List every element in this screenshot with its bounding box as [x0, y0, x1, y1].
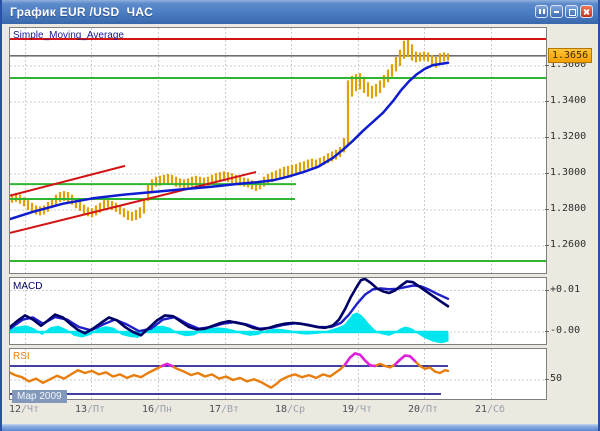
axis-tick-mark	[545, 209, 549, 210]
period-label: Мар 2009	[12, 390, 67, 403]
price-tick-label: 1.2800	[550, 203, 586, 214]
titlebar[interactable]: График EUR /USD ЧАС	[2, 0, 598, 24]
price-tick-label: 1.3200	[550, 131, 586, 142]
time-axis-label: 21/Сб	[475, 404, 505, 415]
sma-indicator-label: Simple_Moving_Average	[13, 30, 124, 41]
current-price-tag: 1.3656	[548, 48, 592, 63]
close-button[interactable]	[580, 5, 593, 18]
minimize-icon	[554, 11, 559, 13]
macd-chart-svg	[10, 278, 546, 344]
axis-tick-mark	[545, 331, 549, 332]
window-controls	[535, 5, 593, 18]
restore-icon	[569, 9, 576, 16]
macd-panel[interactable]: MACD	[9, 277, 547, 345]
price-chart-svg	[10, 28, 546, 273]
chart-window: График EUR /USD ЧАС Simple_Moving_Averag…	[0, 0, 600, 431]
rsi-indicator-label: RSI	[13, 351, 30, 362]
rsi-axis-label: 50	[550, 373, 562, 384]
axis-tick-mark	[545, 65, 549, 66]
time-axis-label: 17/Вт	[209, 404, 239, 415]
pause-button[interactable]	[535, 5, 548, 18]
window-title: График EUR /USD ЧАС	[2, 5, 153, 19]
price-tick-label: 1.3000	[550, 167, 586, 178]
price-panel[interactable]: Simple_Moving_Average	[9, 27, 547, 274]
rsi-panel[interactable]: RSI	[9, 348, 547, 400]
axis-tick-mark	[545, 245, 549, 246]
pause-icon	[539, 9, 545, 14]
price-tick-label: 1.2600	[550, 239, 586, 250]
time-axis-label: 19/Чт	[342, 404, 372, 415]
chart-area: Simple_Moving_Average MACD RSI 1.3656 1.…	[2, 24, 598, 431]
time-axis-label: 18/Ср	[275, 404, 305, 415]
macd-axis-label: -0.00	[550, 325, 580, 336]
axis-tick-mark	[545, 137, 549, 138]
time-axis-label: 13/Пт	[75, 404, 105, 415]
price-tick-label: 1.3400	[550, 95, 586, 106]
axis-tick-mark	[545, 290, 549, 291]
axis-tick-mark	[545, 173, 549, 174]
axis-tick-mark	[545, 379, 549, 380]
background-window-titlebar[interactable]	[2, 424, 598, 431]
time-axis-label: 16/Пн	[142, 404, 172, 415]
time-axis-label: 12/Чт	[9, 404, 39, 415]
restore-button[interactable]	[565, 5, 578, 18]
axis-tick-mark	[545, 101, 549, 102]
macd-indicator-label: MACD	[13, 281, 42, 292]
macd-axis-label: +0.01	[550, 284, 580, 295]
minimize-button[interactable]	[550, 5, 563, 18]
rsi-chart-svg	[10, 349, 546, 399]
time-axis-label: 20/Пт	[408, 404, 438, 415]
